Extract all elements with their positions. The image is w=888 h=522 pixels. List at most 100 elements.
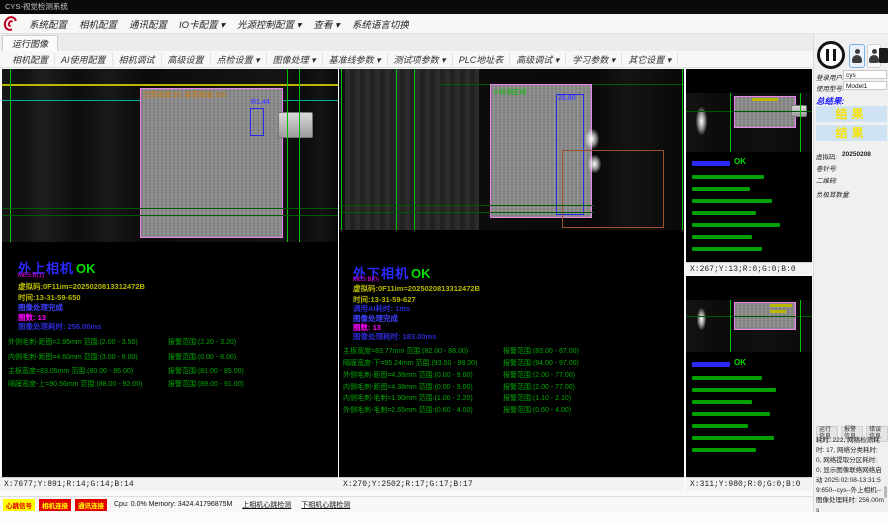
camera-image-outer-lower[interactable]: AI检测区域 28.80	[339, 69, 684, 230]
measurement-value: 内侧毛刺-毛刺=1.90mm 范围:(1.00 - 2.20)	[343, 395, 473, 402]
ai-region-label: AI检测区域	[494, 86, 526, 96]
measurement-value: 外侧毛刺-毛刺=2.65mm 范围:(0.60 - 4.00)	[343, 407, 473, 414]
status-ok-label: OK	[734, 358, 746, 367]
bottom-margin	[0, 512, 888, 522]
menu-light-config[interactable]: 光源控制配置 ▾	[237, 17, 301, 31]
coords-readout-left: X:7677;Y:891;R:14;G:14;B:14	[0, 477, 338, 491]
preview-text-line	[692, 211, 756, 215]
result-badge-lower: 结果	[816, 125, 887, 141]
tab-run-image[interactable]: 运行图像	[2, 35, 58, 52]
reflection-highlight	[697, 308, 706, 330]
baseline-green	[2, 208, 338, 209]
tool-ai-usage-config[interactable]: AI使用配置	[55, 53, 113, 66]
measurement-row: 外侧毛刺-毛刺=2.65mm 范围:(0.60 - 4.00) 报警范围:(0.…	[343, 405, 683, 415]
preview-text-line	[692, 436, 774, 440]
reflection-highlight	[585, 129, 599, 149]
preview-text-line	[692, 247, 762, 251]
measurement-value: 隔膜宽度-上=90.56mm 范围:(88.00 - 92.00)	[8, 381, 142, 388]
log-scrollbar[interactable]	[884, 486, 887, 498]
camera-link-status-badge: 相机连接	[39, 499, 71, 511]
virtual-code-value: 20250208	[842, 151, 871, 158]
login-user-input[interactable]: cys	[843, 70, 887, 79]
menu-io-config[interactable]: IO卡配置 ▾	[179, 17, 225, 31]
menubar: 系统配置 相机配置 通讯配置 IO卡配置 ▾ 光源控制配置 ▾ 查看 ▾ 系统语…	[0, 14, 888, 34]
reflection-highlight	[588, 155, 601, 173]
anode-tab-count-label: 负极耳数量:	[816, 189, 850, 199]
user-login-button[interactable]	[849, 44, 865, 68]
preview-image-bottom[interactable]	[686, 300, 812, 352]
edge-line-green	[800, 300, 801, 352]
measure-marker-label: 28.80	[558, 95, 576, 102]
label-overlay-mini	[770, 310, 786, 313]
measurement-value: 外侧毛刺-距图=2.95mm 范围:(2.00 - 3.50)	[8, 339, 138, 346]
tool-other-settings[interactable]: 其它设置 ▾	[622, 53, 678, 66]
tool-learning-params[interactable]: 学习参数 ▾	[566, 53, 622, 66]
measurement-value: 外侧毛刺-距图=4.38mm 范围:(0.00 - 9.00)	[343, 372, 473, 379]
measurement-value: 内侧毛刺-距图=4.38mm 范围:(0.00 - 9.00)	[343, 384, 473, 391]
preview-camera-bottom[interactable]: OK	[686, 276, 812, 477]
baseline-green	[686, 111, 812, 112]
alarm-range: 报警范围:(89.00 - 91.00)	[168, 379, 244, 389]
app-window: CYS-视觉检测系统 系统配置 相机配置 通讯配置 IO卡配置 ▾ 光源控制配置…	[0, 0, 888, 522]
measurement-row: 内侧毛刺-距图=4.38mm 范围:(0.00 - 9.00) 报警范围:(2.…	[343, 382, 683, 392]
tool-advanced-settings[interactable]: 高级设置	[162, 53, 211, 66]
connector-part	[278, 112, 313, 138]
measurement-row: 外侧毛刺-距图=4.38mm 范围:(0.00 - 9.00) 报警范围:(2.…	[343, 370, 683, 380]
baseline-green	[686, 316, 812, 317]
elapsed-label: 图像处理耗时: 183.00ms	[353, 331, 436, 342]
tool-test-item-params[interactable]: 测试项参数 ▾	[388, 53, 453, 66]
measure-marker-label: R1.44	[251, 99, 270, 106]
result-badge-upper: 结果	[816, 106, 887, 122]
preview-image-top[interactable]	[686, 93, 812, 152]
measure-box-blue	[250, 108, 264, 136]
pause-button[interactable]	[817, 41, 845, 69]
tool-baseline-params[interactable]: 基准线参数 ▾	[323, 53, 388, 66]
tool-advanced-debug[interactable]: 高级调试 ▾	[510, 53, 566, 66]
tool-spotcheck-settings[interactable]: 点检设置 ▾	[211, 53, 267, 66]
measurement-row: 外侧毛刺-距图=2.95mm 范围:(2.00 - 3.50) 报警范围:(2.…	[8, 337, 338, 347]
preview-text-line	[692, 388, 776, 392]
alarm-range: 报警范围:(0.00 - 8.00)	[168, 352, 236, 362]
model-label: 使用型号:	[816, 83, 844, 93]
measurement-row: 主板宽度=83.05mm 范围:(80.00 - 86.00) 报警范围:(81…	[8, 366, 338, 376]
tool-camera-debug[interactable]: 相机调试	[113, 53, 162, 66]
alarm-range: 报警范围:(1.10 - 2.10)	[503, 393, 571, 403]
preview-text-line	[692, 175, 764, 179]
threshold-overlay-label: 过亮阈值:93, 极亮阈值:100	[143, 90, 226, 100]
preview-text-line	[692, 223, 780, 227]
model-input[interactable]: Model1	[843, 81, 887, 90]
comm-link-status-badge: 通讯连接	[75, 499, 107, 511]
barcode-label: 虚拟码:0F11im=2025020813312472B	[353, 283, 480, 294]
camera-view-outer-upper[interactable]: 过亮阈值:93, 极亮阈值:100 R1.44 外上相机OK MES:B(1) …	[2, 69, 338, 477]
tool-plc-address-table[interactable]: PLC地址表	[453, 53, 511, 66]
label-overlay-mini	[770, 304, 792, 307]
preview-title-text	[692, 362, 730, 367]
lower-camera-heartbeat-link[interactable]: 下相机心跳检测	[301, 500, 350, 510]
preview-camera-top[interactable]: OK	[686, 69, 812, 262]
logout-button[interactable]	[878, 44, 888, 68]
roi-box-brown	[562, 150, 664, 228]
winding-pin-label: 卷针号:	[816, 163, 837, 173]
menu-view[interactable]: 查看 ▾	[313, 17, 339, 31]
cpu-memory-readout: Cpu: 0.0% Memory: 3424.41796875M	[114, 501, 232, 508]
menu-comm-config[interactable]: 通讯配置	[129, 17, 167, 31]
mes-status-label: MES:B(1)	[18, 273, 44, 279]
alarm-range: 报警范围:(2.00 - 77.00)	[503, 382, 575, 392]
status-ok-label: OK	[734, 157, 746, 166]
window-title: CYS-视觉检测系统	[5, 2, 68, 11]
alarm-range: 报警范围:(94.00 - 97.00)	[503, 358, 579, 368]
baseline-green	[339, 205, 594, 206]
camera-image-outer-upper[interactable]: 过亮阈值:93, 极亮阈值:100 R1.44	[2, 69, 338, 242]
menu-system-config[interactable]: 系统配置	[29, 17, 67, 31]
tool-image-processing[interactable]: 图像处理 ▾	[267, 53, 323, 66]
preview-text-line	[692, 376, 762, 380]
menu-camera-config[interactable]: 相机配置	[79, 17, 117, 31]
camera-view-outer-lower[interactable]: AI检测区域 28.80 外下相机OK MES:B(0) 虚拟码:0F11im=…	[339, 69, 684, 477]
menu-language-switch[interactable]: 系统语言切换	[352, 17, 409, 31]
coords-readout-preview-top: X:267;Y:13;R:0;G:0;B:0	[686, 262, 812, 275]
alarm-range: 报警范围:(2.00 - 77.00)	[503, 370, 575, 380]
preview-title-text	[692, 161, 730, 166]
upper-camera-heartbeat-link[interactable]: 上相机心跳检测	[242, 500, 291, 510]
tool-camera-config[interactable]: 相机配置	[6, 53, 55, 66]
measurement-value: 隔膜宽度-下=95.24mm 范围:(93.00 - 98.00)	[343, 360, 477, 367]
